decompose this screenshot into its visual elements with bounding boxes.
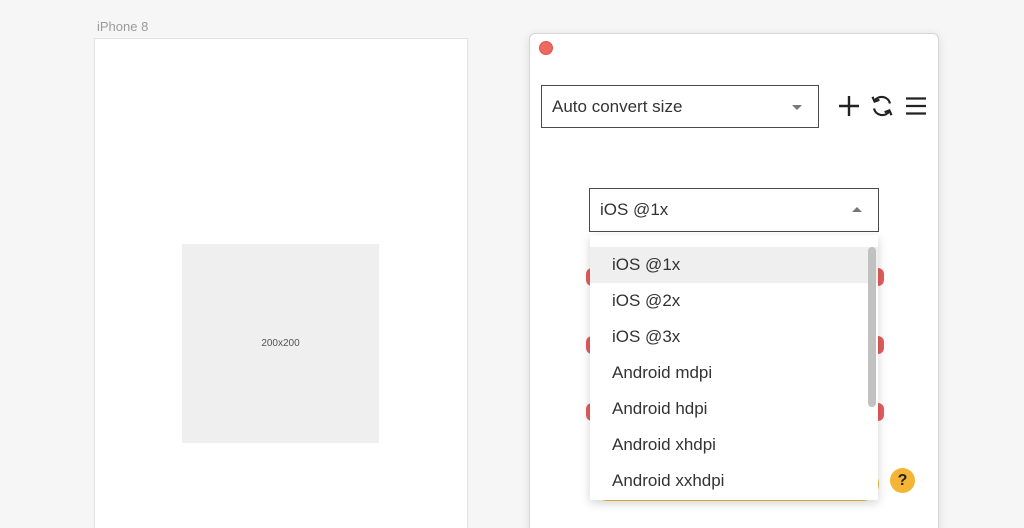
dropdown-scrollbar[interactable] bbox=[868, 247, 876, 407]
chevron-down-icon bbox=[792, 104, 802, 110]
convert-mode-value: Auto convert size bbox=[552, 96, 683, 116]
artboard-iphone-8[interactable]: 200x200 bbox=[95, 39, 467, 528]
help-button[interactable]: ? bbox=[890, 468, 915, 493]
export-size-select[interactable]: iOS @1x bbox=[589, 188, 879, 232]
refresh-icon[interactable] bbox=[869, 93, 895, 119]
size-options-dropdown[interactable]: iOS @1x iOS @2x iOS @3x Android mdpi Android… bbox=[590, 235, 878, 500]
artboard-label[interactable]: iPhone 8 bbox=[97, 19, 148, 34]
size-options-list: iOS @1x iOS @2x iOS @3x Android mdpi Android… bbox=[590, 247, 878, 499]
size-option[interactable]: Android xhdpi bbox=[590, 427, 878, 463]
placeholder-size-label: 200x200 bbox=[261, 338, 300, 349]
size-option[interactable]: iOS @1x bbox=[590, 247, 878, 283]
plus-icon[interactable] bbox=[836, 93, 862, 119]
export-size-value: iOS @1x bbox=[600, 200, 669, 219]
close-button[interactable] bbox=[539, 41, 553, 55]
size-option[interactable]: Android hdpi bbox=[590, 391, 878, 427]
size-option[interactable]: iOS @3x bbox=[590, 319, 878, 355]
size-option[interactable]: Android mdpi bbox=[590, 355, 878, 391]
plugin-panel: Auto convert size iOS @1x ? iOS @1x iOS @… bbox=[529, 33, 939, 528]
chevron-up-icon bbox=[852, 207, 862, 212]
convert-mode-select[interactable]: Auto convert size bbox=[541, 85, 819, 128]
hamburger-menu-icon[interactable] bbox=[903, 93, 929, 119]
size-option[interactable]: iOS @2x bbox=[590, 283, 878, 319]
size-option[interactable]: Android xxhdpi bbox=[590, 463, 878, 499]
image-placeholder[interactable]: 200x200 bbox=[182, 244, 379, 443]
